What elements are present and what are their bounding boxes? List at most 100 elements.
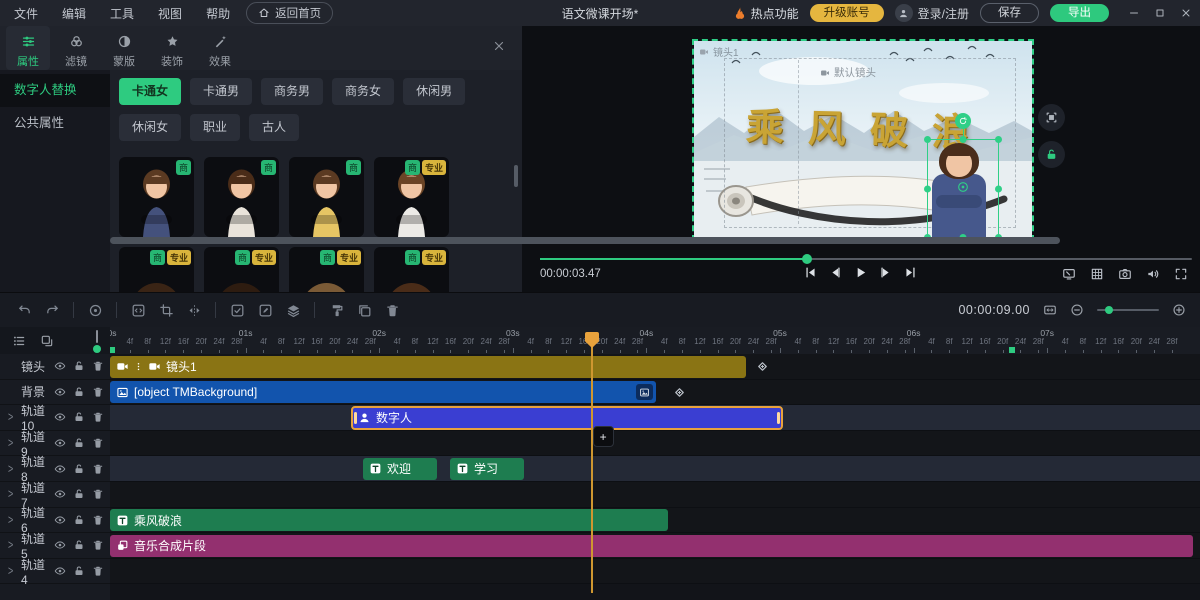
trash-icon[interactable] [92,386,104,398]
minimize-icon[interactable] [1128,7,1140,19]
trash-icon[interactable] [92,360,104,372]
lock-icon[interactable] [73,360,85,372]
frame-select-button[interactable] [1038,104,1065,131]
menu-item[interactable]: 帮助 [206,5,230,22]
skip-end-icon[interactable] [903,265,918,280]
menu-item[interactable]: 编辑 [62,5,86,22]
eye-icon[interactable] [54,386,66,398]
target-icon[interactable] [81,297,109,323]
timeline-clip[interactable]: 数字人 [352,407,782,429]
preview-canvas[interactable]: 乘风破浪 镜头1 默认镜头 [692,39,1034,241]
close-icon[interactable] [1180,7,1192,19]
redo-icon[interactable] [38,297,66,323]
timeline-zoom-slider[interactable] [1097,309,1159,311]
track-lane[interactable]: 音乐合成片段 [110,533,1200,559]
trash-icon[interactable] [92,463,104,475]
add-keyframe-icon[interactable] [755,359,770,374]
step-back-icon[interactable] [828,265,843,280]
chevron-right-icon[interactable]: > [8,538,21,552]
step-forward-icon[interactable] [878,265,893,280]
sidebar-item[interactable]: 公共属性 [0,107,110,140]
category-chip[interactable]: 卡通男 [190,78,252,105]
playback-progress[interactable] [540,258,1192,260]
handle-ne[interactable] [995,136,1002,143]
timeline-clip[interactable]: 欢迎 [363,458,437,480]
track-lane[interactable] [110,482,1200,508]
copy-icon[interactable] [350,297,378,323]
lock-icon[interactable] [73,565,85,577]
selection-box[interactable] [927,139,999,238]
track-lane[interactable]: 欢迎学习 [110,456,1200,482]
eye-icon[interactable] [54,463,66,475]
fullscreen-icon[interactable] [1174,267,1188,281]
zoom-knob[interactable] [1105,306,1113,314]
character-card[interactable]: 商 [289,157,364,237]
lock-icon[interactable] [73,514,85,526]
chevron-right-icon[interactable]: > [8,436,21,450]
timeline-clip[interactable]: 学习 [450,458,524,480]
maximize-icon[interactable] [1154,7,1166,19]
eye-icon[interactable] [54,411,66,423]
volume-icon[interactable] [1146,267,1160,281]
hot-features-button[interactable]: 热点功能 [733,5,799,22]
add-at-playhead-button[interactable]: + [593,426,614,447]
edit-pen-icon[interactable] [251,297,279,323]
lock-icon[interactable] [73,386,85,398]
lock-icon[interactable] [73,463,85,475]
screen-icon[interactable] [1062,267,1076,281]
trash-icon[interactable] [92,539,104,551]
back-home-button[interactable]: 返回首页 [246,2,333,24]
playhead-line[interactable] [591,332,593,593]
close-panel-icon[interactable] [492,39,506,53]
add-keyframe-icon[interactable] [672,385,687,400]
timeline-clip[interactable]: [object TMBackground] [110,381,656,403]
handle-e[interactable] [995,185,1002,192]
lock-icon[interactable] [73,539,85,551]
zoom-in-icon[interactable] [1172,303,1186,317]
trash-icon[interactable] [92,565,104,577]
track-lane[interactable]: [object TMBackground] [110,380,1200,406]
login-button[interactable]: 登录/注册 [895,4,969,22]
eye-icon[interactable] [54,360,66,372]
crop-icon[interactable] [152,297,180,323]
eye-icon[interactable] [54,514,66,526]
code-icon[interactable] [124,297,152,323]
category-chip[interactable]: 商务女 [332,78,394,105]
chevron-right-icon[interactable]: > [8,410,21,424]
category-chip[interactable]: 商务男 [261,78,323,105]
handle-nw[interactable] [924,136,931,143]
character-card[interactable]: 商专业 [119,247,194,292]
rotate-handle-icon[interactable] [955,113,971,129]
character-card[interactable]: 商 [204,157,279,237]
timeline-horizontal-scrollbar[interactable] [110,237,1060,244]
play-icon[interactable] [853,265,868,280]
menu-item[interactable]: 工具 [110,5,134,22]
add-layer-icon[interactable] [40,334,54,348]
scroll-dot[interactable] [93,345,101,353]
character-card[interactable]: 商专业 [374,157,449,237]
select-check-icon[interactable] [223,297,251,323]
undo-icon[interactable] [10,297,38,323]
skip-start-icon[interactable] [803,265,818,280]
trash-icon[interactable] [92,488,104,500]
panel-tab[interactable]: 属性 [6,26,50,70]
format-brush-icon[interactable] [322,297,350,323]
zoom-out-icon[interactable] [1070,303,1084,317]
panel-scrollbar[interactable] [514,165,518,187]
chevron-right-icon[interactable]: > [8,513,21,527]
layers-icon[interactable] [279,297,307,323]
lock-icon[interactable] [73,437,85,449]
category-chip[interactable]: 古人 [249,114,299,141]
save-button[interactable]: 保存 [980,3,1039,23]
panel-tab[interactable]: 滤镜 [54,26,98,70]
category-chip[interactable]: 职业 [190,114,240,141]
chevron-right-icon[interactable]: > [8,564,21,578]
eye-icon[interactable] [54,565,66,577]
lock-icon[interactable] [73,488,85,500]
eye-icon[interactable] [54,539,66,551]
track-lane[interactable]: 乘风破浪 [110,508,1200,534]
chevron-right-icon[interactable]: > [8,487,21,501]
time-ruler[interactable]: 0s4f8f12f16f20f24f28f01s4f8f12f16f20f24f… [110,327,1200,354]
timeline-clip[interactable]: 镜头1 [110,356,746,378]
export-button[interactable]: 导出 [1050,4,1109,22]
